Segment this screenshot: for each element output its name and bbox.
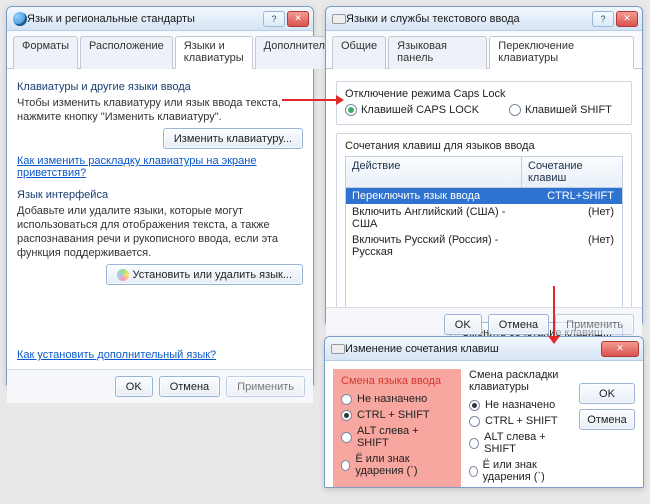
cd-icon bbox=[117, 269, 129, 281]
tabstrip: Форматы Расположение Языки и клавиатуры … bbox=[7, 31, 313, 69]
section-ui-lang-title: Язык интерфейса bbox=[17, 189, 303, 201]
capslock-group: Отключение режима Caps Lock Клавишей CAP… bbox=[336, 81, 632, 125]
cancel-button[interactable]: Отмена bbox=[159, 376, 220, 397]
help-button[interactable]: ? bbox=[592, 11, 614, 27]
text-services-window: Языки и службы текстового ввода ? ✕ Общи… bbox=[325, 6, 643, 324]
change-keyboard-button[interactable]: Изменить клавиатуру... bbox=[163, 128, 303, 149]
radio-icon bbox=[509, 104, 521, 116]
cancel-button[interactable]: Отмена bbox=[579, 409, 635, 430]
help-button[interactable]: ? bbox=[263, 11, 285, 27]
regional-settings-window: Язык и региональные стандарты ? ✕ Формат… bbox=[6, 6, 314, 386]
radio-capslock[interactable]: Клавишей CAPS LOCK bbox=[345, 104, 479, 116]
close-button[interactable]: ✕ bbox=[616, 11, 638, 27]
tab-formats[interactable]: Форматы bbox=[13, 36, 78, 69]
close-button[interactable]: ✕ bbox=[601, 341, 639, 357]
ok-button[interactable]: OK bbox=[444, 314, 482, 335]
opt-alt-shift-right[interactable]: ALT слева + SHIFT bbox=[469, 429, 571, 457]
apply-button[interactable]: Применить bbox=[226, 376, 305, 397]
welcome-screen-link[interactable]: Как изменить раскладку клавиатуры на экр… bbox=[17, 155, 256, 179]
cancel-button[interactable]: Отмена bbox=[488, 314, 549, 335]
tab-general[interactable]: Общие bbox=[332, 36, 386, 69]
ok-button[interactable]: OK bbox=[579, 383, 635, 404]
keyboard-icon bbox=[332, 14, 346, 24]
list-row[interactable]: Включить Английский (США) - США(Нет) bbox=[346, 204, 622, 232]
radio-shift[interactable]: Клавишей SHIFT bbox=[509, 104, 612, 116]
close-button[interactable]: ✕ bbox=[287, 11, 309, 27]
opt-ctrl-shift-right[interactable]: CTRL + SHIFT bbox=[469, 413, 571, 429]
opt-ctrl-shift-left[interactable]: CTRL + SHIFT bbox=[341, 407, 453, 423]
layout-legend: Смена раскладки клавиатуры bbox=[469, 369, 571, 393]
input-language-legend: Смена языка ввода bbox=[341, 375, 453, 387]
opt-grave-left[interactable]: Ё или знак ударения (`) bbox=[341, 451, 453, 479]
apply-button[interactable]: Применить bbox=[555, 314, 634, 335]
opt-alt-shift-left[interactable]: ALT слева + SHIFT bbox=[341, 423, 453, 451]
ok-button[interactable]: OK bbox=[115, 376, 153, 397]
radio-icon bbox=[345, 104, 357, 116]
titlebar[interactable]: Изменение сочетания клавиш ✕ bbox=[325, 337, 643, 361]
tab-switch-kbd[interactable]: Переключение клавиатуры bbox=[489, 36, 634, 69]
window-title: Языки и службы текстового ввода bbox=[346, 13, 592, 25]
keyboard-icon bbox=[331, 344, 345, 354]
list-header: Действие Сочетание клавиш bbox=[345, 156, 623, 187]
list-row[interactable]: Переключить язык вводаCTRL+SHIFT bbox=[346, 188, 622, 204]
list-row[interactable]: Включить Русский (Россия) - Русская(Нет) bbox=[346, 232, 622, 260]
globe-icon bbox=[13, 12, 27, 26]
install-language-button[interactable]: Установить или удалить язык... bbox=[106, 264, 304, 285]
col-action: Действие bbox=[346, 157, 522, 187]
titlebar[interactable]: Язык и региональные стандарты ? ✕ bbox=[7, 7, 313, 31]
section-keyboards-text: Чтобы изменить клавиатуру или язык ввода… bbox=[17, 96, 303, 124]
tabstrip: Общие Языковая панель Переключение клави… bbox=[326, 31, 642, 69]
hotkeys-title: Сочетания клавиш для языков ввода bbox=[345, 140, 623, 152]
opt-none-right[interactable]: Не назначено bbox=[469, 397, 571, 413]
tab-keyboards[interactable]: Языки и клавиатуры bbox=[175, 36, 253, 69]
window-title: Изменение сочетания клавиш bbox=[345, 343, 601, 355]
dialog-buttons: OK Отмена Применить bbox=[7, 369, 313, 403]
window-title: Язык и региональные стандарты bbox=[27, 13, 263, 25]
capslock-title: Отключение режима Caps Lock bbox=[345, 88, 623, 100]
additional-language-link[interactable]: Как установить дополнительный язык? bbox=[17, 349, 216, 361]
hotkey-list[interactable]: Переключить язык вводаCTRL+SHIFT Включит… bbox=[345, 187, 623, 317]
opt-grave-right[interactable]: Ё или знак ударения (`) bbox=[469, 457, 571, 485]
change-hotkey-dialog: Изменение сочетания клавиш ✕ Смена языка… bbox=[324, 336, 644, 488]
tab-location[interactable]: Расположение bbox=[80, 36, 173, 69]
tab-langbar[interactable]: Языковая панель bbox=[388, 36, 487, 69]
section-keyboards-title: Клавиатуры и другие языки ввода bbox=[17, 81, 303, 93]
col-combo: Сочетание клавиш bbox=[522, 157, 622, 187]
titlebar[interactable]: Языки и службы текстового ввода ? ✕ bbox=[326, 7, 642, 31]
section-ui-lang-text: Добавьте или удалите языки, которые могу… bbox=[17, 204, 303, 260]
input-language-panel: Смена языка ввода Не назначено CTRL + SH… bbox=[333, 369, 461, 487]
opt-none-left[interactable]: Не назначено bbox=[341, 391, 453, 407]
